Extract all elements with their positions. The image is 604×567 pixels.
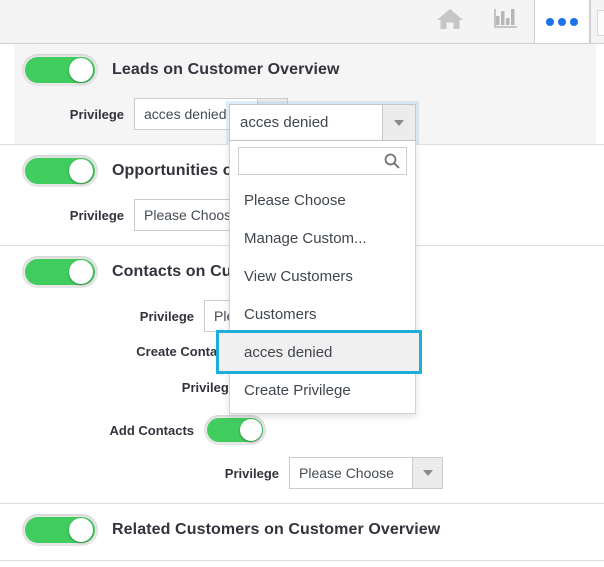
privilege-dropdown-open: acces denied Please Choose Manage Custom… bbox=[219, 104, 419, 414]
toggle-knob bbox=[69, 159, 93, 183]
toggle-knob bbox=[69, 260, 93, 284]
create-privilege-label: Privilege bbox=[181, 379, 236, 395]
dropdown-options: Please Choose Manage Custom... View Cust… bbox=[219, 181, 419, 413]
dropdown-selected-value: acces denied bbox=[240, 114, 329, 131]
row-title-related-customers: Related Customers on Customer Overview bbox=[112, 521, 441, 538]
privilege-label-opportunities: Privilege bbox=[69, 207, 124, 223]
home-icon bbox=[435, 6, 465, 37]
row-header: Leads on Customer Overview bbox=[14, 54, 596, 86]
toggle-related-customers[interactable] bbox=[22, 514, 98, 546]
add-privilege-select-value: Please Choose bbox=[299, 465, 394, 481]
app-root: Leads on Customer Overview Privilege acc… bbox=[0, 0, 604, 567]
row-header: Related Customers on Customer Overview bbox=[14, 514, 596, 546]
toggle-opportunities[interactable] bbox=[22, 155, 98, 187]
settings-row-related-customers: Related Customers on Customer Overview bbox=[0, 504, 604, 561]
dropdown-option-5[interactable]: Create Privilege bbox=[230, 371, 415, 409]
create-contacts-label: Create Contacts bbox=[136, 344, 236, 359]
add-privilege-select[interactable]: Please Choose bbox=[289, 457, 443, 489]
row-title-leads: Leads on Customer Overview bbox=[112, 61, 340, 78]
toggle-knob bbox=[240, 419, 262, 441]
overflow-button[interactable] bbox=[590, 0, 604, 43]
privilege-label-leads: Privilege bbox=[69, 106, 124, 122]
chevron-down-icon bbox=[382, 105, 415, 140]
toggle-knob bbox=[69, 518, 93, 542]
chart-icon bbox=[493, 7, 519, 36]
toggle-add-contacts[interactable] bbox=[204, 415, 266, 445]
top-toolbar bbox=[0, 0, 604, 44]
more-icon bbox=[546, 17, 578, 26]
add-contacts-line: Add Contacts bbox=[14, 415, 596, 445]
dropdown-option-1[interactable]: Manage Custom... bbox=[230, 219, 415, 257]
dropdown-panel: Please Choose Manage Custom... View Cust… bbox=[219, 141, 419, 414]
reports-button[interactable] bbox=[478, 0, 534, 43]
add-privilege-line: Privilege Please Choose bbox=[14, 457, 596, 489]
dropdown-option-0[interactable]: Please Choose bbox=[230, 181, 415, 219]
toggle-knob bbox=[69, 58, 93, 82]
toggle-contacts[interactable] bbox=[22, 256, 98, 288]
chevron-down-icon bbox=[412, 458, 442, 488]
home-button[interactable] bbox=[422, 0, 478, 43]
dropdown-control[interactable]: acces denied bbox=[229, 104, 416, 141]
add-privilege-label: Privilege bbox=[224, 465, 279, 481]
add-contacts-label: Add Contacts bbox=[109, 422, 195, 438]
toggle-leads[interactable] bbox=[22, 54, 98, 86]
dropdown-search-wrap bbox=[238, 147, 407, 175]
dropdown-search-input[interactable] bbox=[238, 147, 407, 175]
more-button[interactable] bbox=[534, 0, 590, 43]
dropdown-option-3[interactable]: Customers bbox=[230, 295, 415, 333]
dropdown-option-2[interactable]: View Customers bbox=[230, 257, 415, 295]
dropdown-option-4[interactable]: acces denied bbox=[219, 333, 419, 371]
privilege-label-contacts: Privilege bbox=[139, 308, 194, 324]
